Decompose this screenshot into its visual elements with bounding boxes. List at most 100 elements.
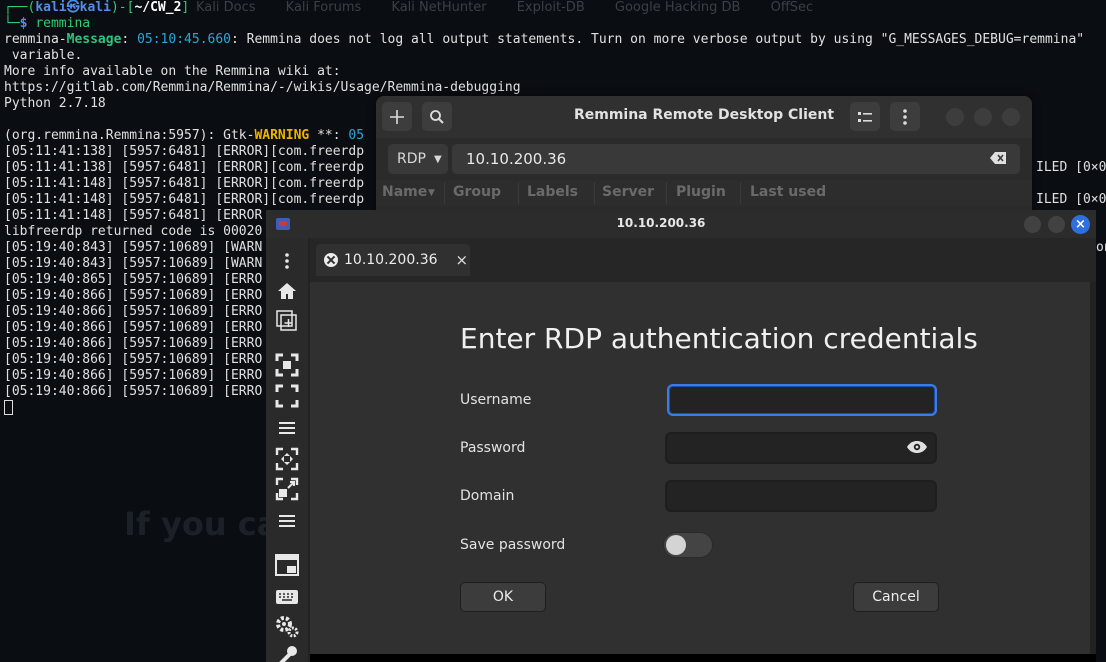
terminal-command-line: └─$ remmina [4,16,91,31]
close-button[interactable]: × [1071,215,1090,234]
fit-window-icon [275,353,299,377]
hamburger-icon [279,515,295,527]
rdp-connection-window: 10.10.200.36 × 10.10.200.36 × Enter RDP … [266,210,1096,662]
terminal-python-line: Python 2.7.18 [4,96,106,111]
log-line: [05:19:40:866] [5957:10689] [ERRO [4,336,263,351]
log-line: [05:11:41:148] [5957:6481] [ERROR][com.f… [4,176,365,191]
minimize-button[interactable] [1024,216,1041,233]
faded-tab: Kali NetHunter [391,0,487,15]
gtk-prefix: (org.remmina.Remmina:5957): Gtk- [4,128,255,143]
column-server[interactable]: Server [602,184,654,200]
maximize-button[interactable] [1048,216,1065,233]
column-plugin[interactable]: Plugin [676,184,726,200]
maximize-button[interactable] [974,108,992,126]
faded-tab: OffSec [770,0,814,15]
list-view-icon [858,111,872,122]
username-label: Username [460,392,532,408]
log-line: libfreerdp returned code is 00020 [4,224,263,239]
hamburger-icon [279,422,295,434]
prompt-host: kali [79,0,111,15]
log-line: [05:19:40:866] [5957:10689] [ERRO [4,384,263,399]
terminal-message-line: remmina-Message: 05:10:45.660: Remmina d… [4,32,1085,47]
fit-window-button[interactable] [274,352,300,378]
toggle-knob [666,535,686,555]
connection-tab[interactable]: 10.10.200.36 × [316,244,470,276]
connection-tab-label: 10.10.200.36 [344,252,438,268]
disconnected-icon [324,253,338,267]
column-group[interactable]: Group [453,184,501,200]
column-last-used[interactable]: Last used [750,184,826,200]
prompt-path: ~/CW_2 [134,0,182,15]
view-toggle-button[interactable] [850,102,880,131]
faded-tab: Kali Docs [196,0,256,15]
ok-button[interactable]: OK [460,582,546,612]
column-labels[interactable]: Labels [527,184,578,200]
menu-button[interactable] [274,248,300,274]
password-label: Password [460,440,526,456]
msg-label: Message [66,32,122,47]
auth-dialog-title: Enter RDP authentication credentials [460,322,978,355]
tools-button[interactable] [274,642,300,662]
minimize-button[interactable] [946,108,964,126]
log-line: [05:11:41:138] [5957:6481] [ERROR][com.f… [4,160,365,175]
more-options-button[interactable] [274,508,300,534]
auth-dialog: Enter RDP authentication credentials Use… [310,282,1090,654]
scaled-mode-button[interactable] [274,476,300,502]
log-line: [05:19:40:843] [5957:10689] [WARN [4,240,263,255]
scaled-mode-icon [275,477,299,501]
log-line: [05:19:40:866] [5957:10689] [ERRO [4,288,263,303]
duplicate-connection-button[interactable] [274,308,300,334]
close-button[interactable] [1002,108,1020,126]
ok-button-label: OK [492,589,514,605]
preferences-button[interactable] [274,614,300,640]
log-line: [05:19:40:866] [5957:10689] [ERRO [4,352,263,367]
log-fragment: ILED [0×00 [1036,192,1106,207]
main-menu-button[interactable] [890,102,920,131]
terminal-command: remmina [35,16,91,31]
address-input[interactable]: 10.10.200.36 [452,144,1020,174]
home-button[interactable] [274,278,300,304]
switch-tab-button[interactable] [274,552,300,578]
protocol-select[interactable]: RDP ▼ [388,144,448,174]
msg-time: 05:10:45.660 [137,32,231,47]
chevron-down-icon: ▼ [433,153,442,165]
domain-field[interactable] [665,480,937,512]
domain-label: Domain [460,488,515,504]
dynamic-resolution-button[interactable] [274,446,300,472]
main-window-toolbar: RDP ▼ 10.10.200.36 [376,138,1032,178]
log-line: [05:19:40:843] [5957:10689] [WARN [4,256,263,271]
msg-text: : Remmina does not log all output statem… [231,32,1085,47]
terminal-message-cont: variable. [4,48,83,63]
log-line: [05:19:40:865] [5957:10689] [ERRO [4,272,263,287]
show-password-eye-icon[interactable] [906,440,928,454]
terminal-prompt-line: ┌──(kali㉿kali)-[~/CW_2] [4,0,190,15]
prompt-user: kali [35,0,67,15]
gtk-time: 05 [348,128,365,143]
log-line: [05:11:41:148] [5957:6481] [ERROR [4,208,263,223]
log-line: [05:11:41:148] [5957:6481] [ERROR][com.f… [4,192,365,207]
remmina-main-window: Remmina Remote Desktop Client RDP ▼ 10.1… [376,96,1032,216]
password-field[interactable] [665,432,937,464]
grab-keyboard-button[interactable] [274,584,300,610]
fullscreen-button[interactable] [274,383,300,409]
tab-close-icon[interactable]: × [456,251,469,269]
column-name[interactable]: Name [382,184,427,200]
terminal-cursor [4,400,13,415]
rdp-window-title: 10.10.200.36 [616,216,706,230]
kebab-menu-icon [903,108,907,125]
log-line: [05:19:40:866] [5957:10689] [ERRO [4,320,263,335]
faded-background-text: If you ca [124,505,279,543]
faded-tab: Google Hacking DB [614,0,741,15]
scale-icon [275,447,299,471]
faded-browser-tabs: Kali Docs Kali Forums Kali NetHunter Exp… [196,0,839,20]
faded-tab: Exploit-DB [516,0,585,15]
fullscreen-icon [275,384,299,408]
clear-input-icon[interactable] [990,152,1006,164]
username-field[interactable] [667,384,937,416]
sort-down-icon: ▼ [428,188,435,198]
connection-list-header: Name ▼ Group Labels Server Plugin Last u… [376,180,1032,206]
cancel-button[interactable]: Cancel [853,582,939,612]
log-line: [05:19:40:866] [5957:10689] [ERRO [4,304,263,319]
save-password-toggle[interactable] [663,532,713,558]
view-options-button[interactable] [274,415,300,441]
